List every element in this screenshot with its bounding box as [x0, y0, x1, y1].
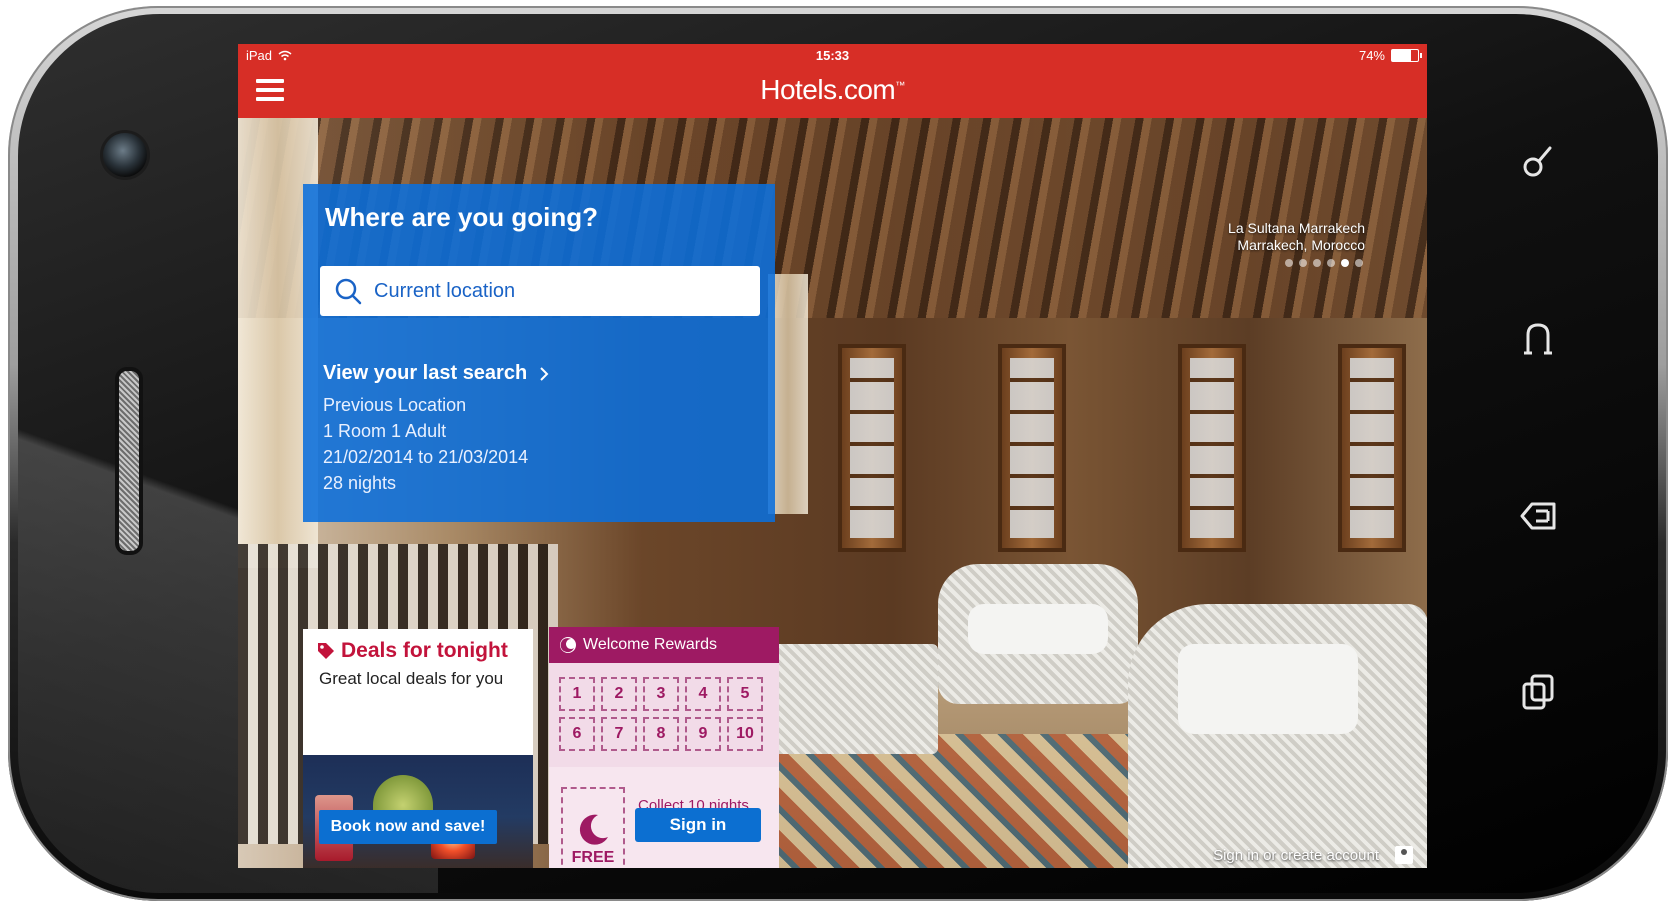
hero-photo-door — [1338, 344, 1406, 552]
hotel-caption: La Sultana Marrakech Marrakech, Morocco — [1228, 220, 1365, 254]
rewards-title: Welcome Rewards — [583, 636, 717, 653]
search-title: Where are you going? — [325, 202, 599, 232]
hero-photo-sofa — [1128, 604, 1427, 868]
status-bar: iPad 15:33 74% — [238, 44, 1427, 66]
hero-photo-door — [1178, 344, 1246, 552]
hero-photo-armchair — [938, 564, 1138, 704]
carousel-dot[interactable] — [1355, 259, 1363, 267]
reward-stamp: 8 — [643, 717, 679, 751]
account-icon[interactable] — [1395, 846, 1413, 864]
battery-percent: 74% — [1358, 48, 1385, 63]
hotels-logo-text: Hotels.com — [760, 74, 896, 105]
battery-icon — [1391, 49, 1422, 62]
hotel-location: Marrakech, Morocco — [1237, 237, 1365, 253]
carousel-dot[interactable] — [1313, 259, 1321, 267]
chevron-right-icon — [540, 366, 549, 381]
reward-stamp: 7 — [601, 717, 637, 751]
carousel-dot[interactable] — [1285, 259, 1293, 267]
view-last-search-link[interactable]: View your last search — [323, 362, 549, 385]
front-camera — [103, 133, 147, 177]
reward-stamp: 9 — [685, 717, 721, 751]
recent-apps-hardware-button[interactable] — [1510, 664, 1566, 720]
deals-heading: Deals for tonight — [317, 639, 508, 663]
rewards-stamp-grid: 1 2 3 4 5 6 7 8 9 10 — [559, 677, 763, 751]
welcome-rewards-card[interactable]: Welcome Rewards 1 2 3 4 5 6 7 8 9 10 FREE Collect… — [549, 627, 779, 868]
rewards-logo-icon — [560, 637, 576, 653]
tag-icon — [318, 643, 334, 659]
reward-stamp: 4 — [685, 677, 721, 711]
hotel-name: La Sultana Marrakech — [1228, 220, 1365, 236]
recent-apps-icon — [1522, 674, 1554, 710]
hotels-logo: Hotels.com™ — [238, 74, 1427, 106]
last-search-label: View your last search — [323, 362, 528, 384]
search-panel: Where are you going? View your last sear… — [303, 184, 775, 522]
signin-create-account-link[interactable]: Sign in or create account — [1213, 847, 1379, 864]
carousel-dot[interactable] — [1327, 259, 1335, 267]
rewards-header: Welcome Rewards — [549, 627, 779, 663]
moon-icon — [579, 814, 608, 845]
destination-input[interactable] — [372, 278, 756, 304]
free-night-stamp: FREE — [561, 787, 625, 868]
deals-title: Deals for tonight — [341, 639, 508, 662]
reward-stamp: 1 — [559, 677, 595, 711]
hero-photo-door — [998, 344, 1066, 552]
reward-stamp: 2 — [601, 677, 637, 711]
last-search-details: Previous Location 1 Room 1 Adult 21/02/2… — [323, 392, 528, 496]
reward-stamp: 3 — [643, 677, 679, 711]
last-search-nights: 28 nights — [323, 473, 397, 493]
home-hardware-button[interactable] — [1510, 311, 1566, 367]
search-icon — [1523, 146, 1552, 177]
speaker-grille — [115, 367, 143, 555]
hero-photo-door — [838, 344, 906, 552]
reward-stamp: 10 — [727, 717, 763, 751]
device-screen: iPad 15:33 74% Hotels.com™ La Sultana Ma… — [238, 44, 1427, 868]
deals-subtitle: Great local deals for you — [319, 669, 504, 688]
free-label: FREE — [571, 849, 615, 866]
book-now-button[interactable]: Book now and save! — [319, 810, 497, 844]
search-hardware-button[interactable] — [1510, 134, 1566, 190]
last-search-rooms: 1 Room 1 Adult — [323, 421, 447, 441]
last-search-dates: 21/02/2014 to 21/03/2014 — [323, 447, 529, 467]
hotels-logo-trademark: ™ — [895, 80, 905, 92]
status-time: 15:33 — [815, 48, 850, 63]
carousel-dot[interactable] — [1341, 259, 1349, 267]
back-hardware-button[interactable] — [1510, 488, 1566, 544]
home-icon — [1524, 323, 1552, 355]
rewards-signin-button[interactable]: Sign in — [635, 808, 761, 842]
reward-stamp: 5 — [727, 677, 763, 711]
last-search-location: Previous Location — [323, 395, 467, 415]
carousel-dot[interactable] — [1299, 259, 1307, 267]
search-icon — [335, 278, 362, 305]
app-header: Hotels.com™ — [238, 66, 1427, 118]
back-icon — [1520, 502, 1556, 530]
reward-stamp: 6 — [559, 717, 595, 751]
carousel-dots[interactable] — [1285, 259, 1363, 267]
search-box[interactable] — [320, 266, 760, 316]
